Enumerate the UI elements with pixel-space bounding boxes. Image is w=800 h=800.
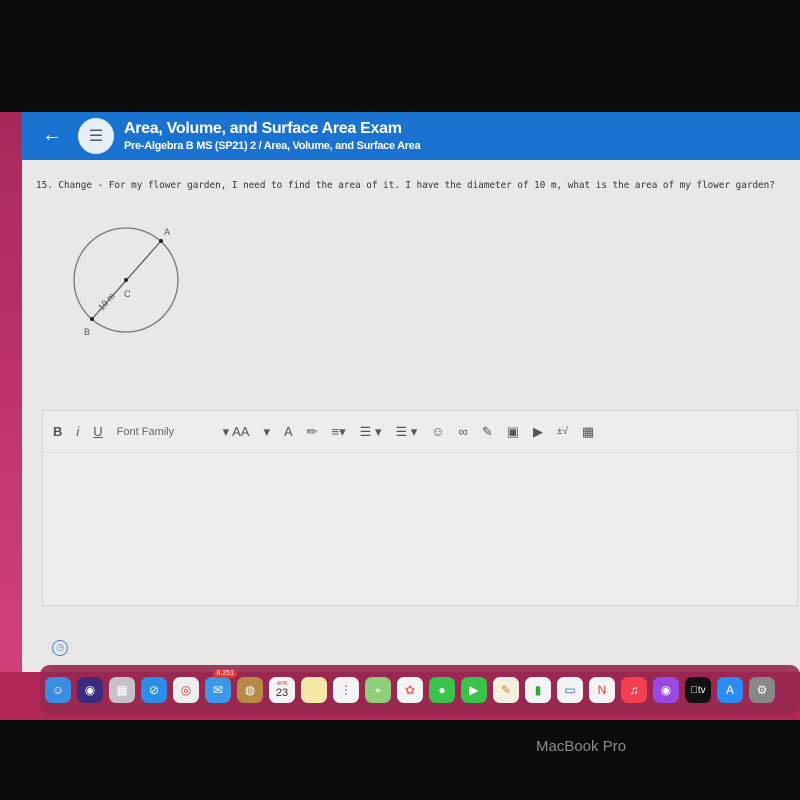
circle-diagram: A C B 10 m	[73, 227, 179, 337]
safari-icon[interactable]: ⊘	[141, 677, 167, 703]
settings-icon[interactable]: ⚙	[749, 677, 775, 703]
music-icon[interactable]: ♫	[621, 677, 647, 703]
launchpad-icon[interactable]: ▦	[109, 677, 135, 703]
photos-icon[interactable]: ✿	[397, 677, 423, 703]
contacts-icon[interactable]: ◍	[237, 677, 263, 703]
facetime-icon[interactable]: ▶	[461, 677, 487, 703]
app-header: ← ☰ Area, Volume, and Surface Area Exam …	[22, 112, 800, 160]
exam-content: 15. Change - For my flower garden, I nee…	[22, 160, 800, 672]
editor-toolbar: B i U Font Family ▾ AA ▾ A ✏ ≡▾ ☰ ▾ ☰ ▾ ☺…	[43, 411, 797, 453]
table-icon[interactable]: ▦	[582, 424, 594, 440]
app-store-icon[interactable]: A	[717, 677, 743, 703]
screen: ← ☰ Area, Volume, and Surface Area Exam …	[0, 112, 800, 720]
font-family-select[interactable]: Font Family	[117, 426, 209, 438]
numbers-icon[interactable]: ▮	[525, 677, 551, 703]
notes-icon[interactable]	[301, 677, 327, 703]
breadcrumb[interactable]: Pre-Algebra B MS (SP21) 2 / Area, Volume…	[124, 140, 421, 152]
point-a	[159, 239, 163, 243]
label-b: B	[84, 327, 90, 337]
highlight-icon[interactable]: ✏	[307, 424, 318, 440]
maps-icon[interactable]: ⌖	[365, 677, 391, 703]
tv-label: tv	[694, 684, 706, 696]
image-icon[interactable]: ▣	[507, 424, 519, 440]
pencil-icon[interactable]: ✎	[482, 424, 493, 440]
point-b	[90, 317, 94, 321]
calendar-icon[interactable]: APR 23	[269, 677, 295, 703]
keynote-icon[interactable]: ▭	[557, 677, 583, 703]
news-icon[interactable]: N	[589, 677, 615, 703]
mail-badge: 8,251	[213, 669, 237, 678]
emoji-icon[interactable]: ☺	[431, 424, 444, 439]
label-a: A	[164, 227, 170, 237]
finder-icon[interactable]: ☺	[45, 677, 71, 703]
question-text: 15. Change - For my flower garden, I nee…	[36, 180, 775, 191]
clock-icon[interactable]: ◷	[52, 640, 68, 656]
apple-tv-icon[interactable]: tv	[685, 677, 711, 703]
chrome-icon[interactable]: ◎	[173, 677, 199, 703]
messages-icon[interactable]: ●	[429, 677, 455, 703]
unordered-list-icon[interactable]: ☰ ▾	[395, 424, 417, 440]
ordered-list-icon[interactable]: ☰ ▾	[360, 424, 382, 440]
align-icon[interactable]: ≡▾	[332, 424, 346, 440]
answer-editor[interactable]: B i U Font Family ▾ AA ▾ A ✏ ≡▾ ☰ ▾ ☰ ▾ ☺…	[42, 410, 798, 606]
list-icon: ☰	[78, 118, 114, 154]
math-button[interactable]: ±√	[557, 426, 568, 437]
page-title: Area, Volume, and Surface Area Exam	[124, 120, 402, 137]
reminders-icon[interactable]: ⋮	[333, 677, 359, 703]
font-color-button[interactable]: A	[284, 424, 293, 439]
italic-button[interactable]: i	[76, 424, 79, 439]
link-icon[interactable]: ∞	[459, 424, 468, 439]
calendar-day: 23	[275, 687, 289, 699]
font-size-button[interactable]: ▾ AA ▾	[223, 424, 270, 440]
video-icon[interactable]: ▶	[533, 424, 543, 440]
mail-icon[interactable]: ✉ 8,251	[205, 669, 237, 703]
pages-icon[interactable]: ✎	[493, 677, 519, 703]
dock: ☺ ◉ ▦ ⊘ ◎ ✉ 8,251 ◍ APR 23 ⋮ ⌖ ✿ ● ▶ ✎ ▮ ▭…	[40, 665, 800, 715]
point-c	[124, 278, 128, 282]
podcasts-icon[interactable]: ◉	[653, 677, 679, 703]
underline-button[interactable]: U	[93, 424, 102, 439]
siri-icon[interactable]: ◉	[77, 677, 103, 703]
font-size-label: AA	[232, 423, 250, 439]
arrow-left-icon[interactable]: ←	[42, 124, 62, 147]
bold-button[interactable]: B	[53, 424, 62, 439]
label-c: C	[124, 289, 131, 299]
desktop-edge	[0, 112, 22, 672]
device-brand: MacBook Pro	[536, 738, 627, 755]
